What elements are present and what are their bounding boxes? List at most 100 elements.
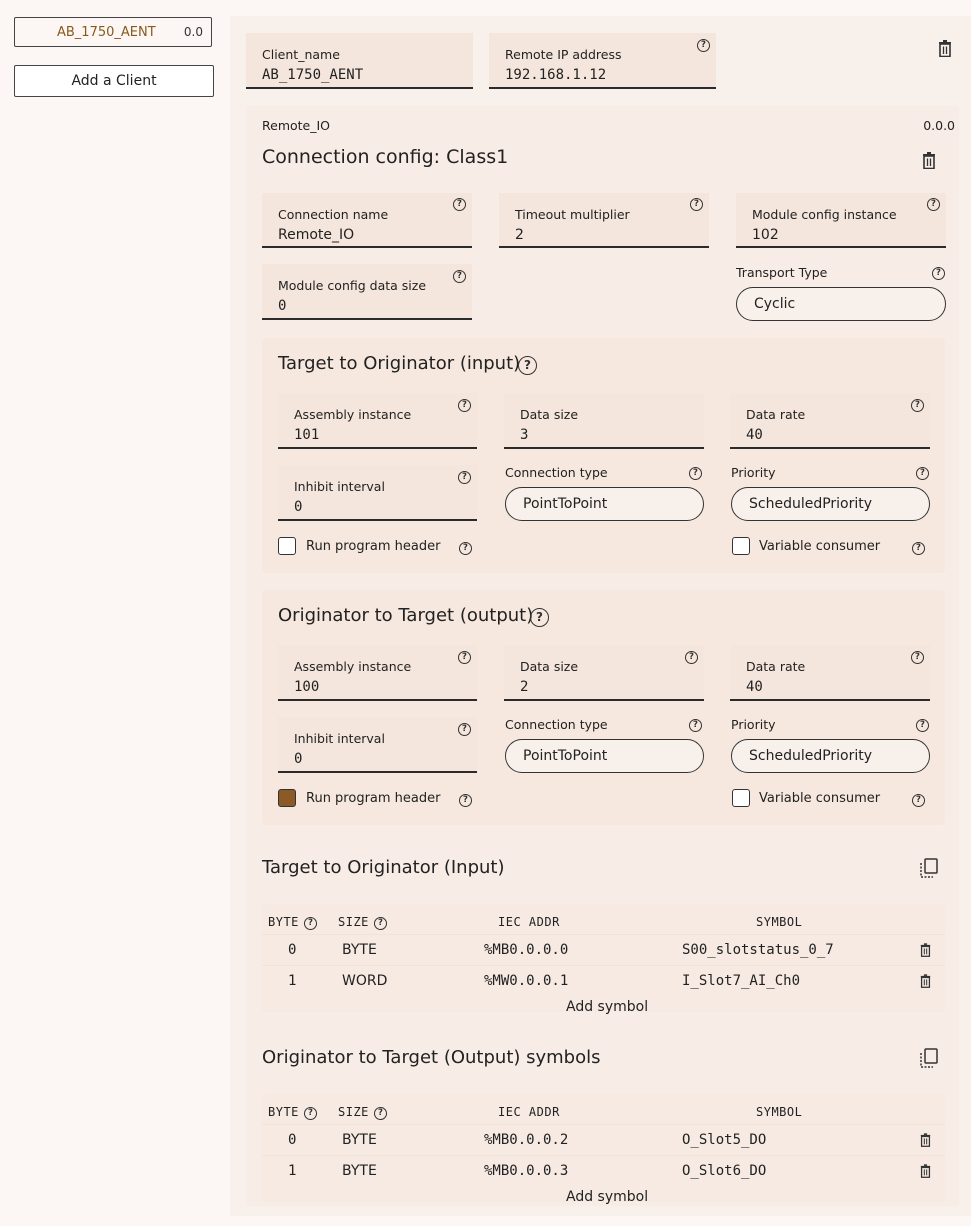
column-header-size: SIZE bbox=[338, 915, 369, 929]
timeout-multiplier-label: Timeout multiplier bbox=[515, 207, 630, 222]
divider bbox=[262, 934, 945, 935]
originator-to-target-panel: Originator to Target (output) ? Assembly… bbox=[262, 590, 945, 825]
help-icon[interactable]: ? bbox=[911, 399, 924, 412]
t2o-title: Target to Originator (input) bbox=[278, 353, 521, 374]
help-icon[interactable]: ? bbox=[458, 399, 471, 412]
module-config-data-size-label: Module config data size bbox=[278, 278, 427, 293]
connection-name-field[interactable]: Connection name Remote_IO ? bbox=[262, 193, 472, 248]
o2t-run-program-header-label: Run program header bbox=[306, 791, 441, 806]
delete-connection-icon[interactable] bbox=[922, 152, 936, 169]
connection-title: Connection config: Class1 bbox=[262, 146, 509, 168]
client-name-value: AB_1750_AENT bbox=[262, 67, 364, 83]
add-client-button[interactable]: Add a Client bbox=[14, 65, 214, 97]
help-icon[interactable]: ? bbox=[458, 723, 471, 736]
delete-row-icon[interactable] bbox=[920, 1164, 931, 1178]
module-config-data-size-value: 0 bbox=[278, 298, 287, 314]
help-icon[interactable]: ? bbox=[911, 651, 924, 664]
module-config-data-size-field[interactable]: Module config data size 0 ? bbox=[262, 264, 472, 320]
help-icon[interactable]: ? bbox=[518, 356, 537, 375]
help-icon[interactable]: ? bbox=[304, 917, 317, 930]
t2o-variable-consumer-checkbox[interactable] bbox=[732, 537, 750, 555]
module-config-instance-label: Module config instance bbox=[752, 207, 897, 222]
remote-ip-field[interactable]: Remote IP address 192.168.1.12 ? bbox=[489, 33, 716, 89]
o2t-assembly-instance-field[interactable]: Assembly instance 100 ? bbox=[278, 645, 477, 701]
o2t-data-size-field[interactable]: Data size 2 ? bbox=[504, 645, 704, 701]
o2t-inhibit-interval-field[interactable]: Inhibit interval 0 ? bbox=[278, 717, 477, 773]
client-name-label: Client_name bbox=[262, 47, 340, 62]
cell-iec-addr: %MB0.0.0.2 bbox=[484, 1132, 569, 1148]
transport-type-label: Transport Type bbox=[736, 265, 828, 280]
t2o-run-program-header-label: Run program header bbox=[306, 539, 441, 554]
help-icon[interactable]: ? bbox=[453, 270, 466, 283]
delete-client-icon[interactable] bbox=[938, 40, 952, 57]
help-icon[interactable]: ? bbox=[689, 467, 702, 480]
add-symbol-button[interactable]: Add symbol bbox=[566, 1189, 648, 1205]
help-icon[interactable]: ? bbox=[453, 198, 466, 211]
help-icon[interactable]: ? bbox=[374, 1107, 387, 1120]
connection-name-label: Connection name bbox=[278, 207, 389, 222]
help-icon[interactable]: ? bbox=[685, 651, 698, 664]
t2o-data-rate-field[interactable]: Data rate 40 ? bbox=[730, 393, 930, 449]
help-icon[interactable]: ? bbox=[374, 917, 387, 930]
help-icon[interactable]: ? bbox=[459, 794, 472, 807]
transport-type-select[interactable]: Cyclic bbox=[736, 287, 946, 321]
client-name-field[interactable]: Client_name AB_1750_AENT bbox=[246, 33, 473, 89]
cell-symbol: O_Slot5_DO bbox=[682, 1132, 767, 1148]
divider bbox=[262, 1155, 945, 1156]
t2o-inhibit-interval-field[interactable]: Inhibit interval 0 ? bbox=[278, 465, 477, 521]
help-icon[interactable]: ? bbox=[916, 719, 929, 732]
column-header-symbol: SYMBOL bbox=[756, 915, 803, 929]
o2t-variable-consumer-checkbox[interactable] bbox=[732, 789, 750, 807]
help-icon[interactable]: ? bbox=[458, 651, 471, 664]
o2t-priority-select[interactable]: ScheduledPriority bbox=[731, 739, 930, 773]
cell-iec-addr: %MB0.0.0.0 bbox=[484, 942, 569, 958]
t2o-data-size-label: Data size bbox=[520, 407, 579, 422]
cell-symbol: S00_slotstatus_0_7 bbox=[682, 942, 834, 958]
cell-byte: 1 bbox=[288, 973, 297, 989]
o2t-connection-type-select[interactable]: PointToPoint bbox=[505, 739, 704, 773]
help-icon[interactable]: ? bbox=[530, 608, 549, 627]
help-icon[interactable]: ? bbox=[697, 39, 710, 52]
delete-row-icon[interactable] bbox=[920, 943, 931, 957]
t2o-data-size-field[interactable]: Data size 3 bbox=[504, 393, 704, 449]
cell-iec-addr: %MB0.0.0.3 bbox=[484, 1163, 569, 1179]
client-config-panel: Client_name AB_1750_AENT Remote IP addre… bbox=[230, 16, 971, 1216]
remote-ip-value: 192.168.1.12 bbox=[505, 67, 607, 83]
input-symbols-title: Target to Originator (Input) bbox=[262, 857, 505, 878]
timeout-multiplier-field[interactable]: Timeout multiplier 2 ? bbox=[499, 193, 709, 248]
o2t-connection-type-label: Connection type bbox=[505, 717, 608, 732]
help-icon[interactable]: ? bbox=[689, 719, 702, 732]
cell-byte: 1 bbox=[288, 1163, 297, 1179]
o2t-assembly-instance-value: 100 bbox=[294, 679, 320, 695]
help-icon[interactable]: ? bbox=[690, 198, 703, 211]
column-header-size: SIZE bbox=[338, 1105, 369, 1119]
help-icon[interactable]: ? bbox=[927, 198, 940, 211]
column-header-byte: BYTE bbox=[268, 1105, 299, 1119]
client-list-item-name: AB_1750_AENT bbox=[57, 24, 156, 40]
add-symbol-button[interactable]: Add symbol bbox=[566, 999, 648, 1015]
o2t-assembly-instance-label: Assembly instance bbox=[294, 659, 412, 674]
help-icon[interactable]: ? bbox=[912, 542, 925, 555]
o2t-inhibit-interval-label: Inhibit interval bbox=[294, 731, 385, 746]
o2t-run-program-header-checkbox[interactable] bbox=[278, 789, 296, 807]
copy-icon[interactable] bbox=[920, 858, 938, 878]
remote-ip-label: Remote IP address bbox=[505, 47, 622, 62]
help-icon[interactable]: ? bbox=[932, 267, 945, 280]
column-header-byte: BYTE bbox=[268, 915, 299, 929]
t2o-inhibit-interval-value: 0 bbox=[294, 499, 303, 515]
client-list-item[interactable]: AB_1750_AENT 0.0 bbox=[14, 17, 212, 47]
t2o-priority-select[interactable]: ScheduledPriority bbox=[731, 487, 930, 521]
help-icon[interactable]: ? bbox=[916, 467, 929, 480]
t2o-run-program-header-checkbox[interactable] bbox=[278, 537, 296, 555]
help-icon[interactable]: ? bbox=[458, 471, 471, 484]
copy-icon[interactable] bbox=[920, 1048, 938, 1068]
o2t-data-rate-field[interactable]: Data rate 40 ? bbox=[730, 645, 930, 701]
t2o-assembly-instance-field[interactable]: Assembly instance 101 ? bbox=[278, 393, 477, 449]
t2o-connection-type-select[interactable]: PointToPoint bbox=[505, 487, 704, 521]
module-config-instance-field[interactable]: Module config instance 102 ? bbox=[736, 193, 946, 248]
help-icon[interactable]: ? bbox=[459, 542, 472, 555]
delete-row-icon[interactable] bbox=[920, 974, 931, 988]
help-icon[interactable]: ? bbox=[304, 1107, 317, 1120]
delete-row-icon[interactable] bbox=[920, 1133, 931, 1147]
help-icon[interactable]: ? bbox=[912, 794, 925, 807]
